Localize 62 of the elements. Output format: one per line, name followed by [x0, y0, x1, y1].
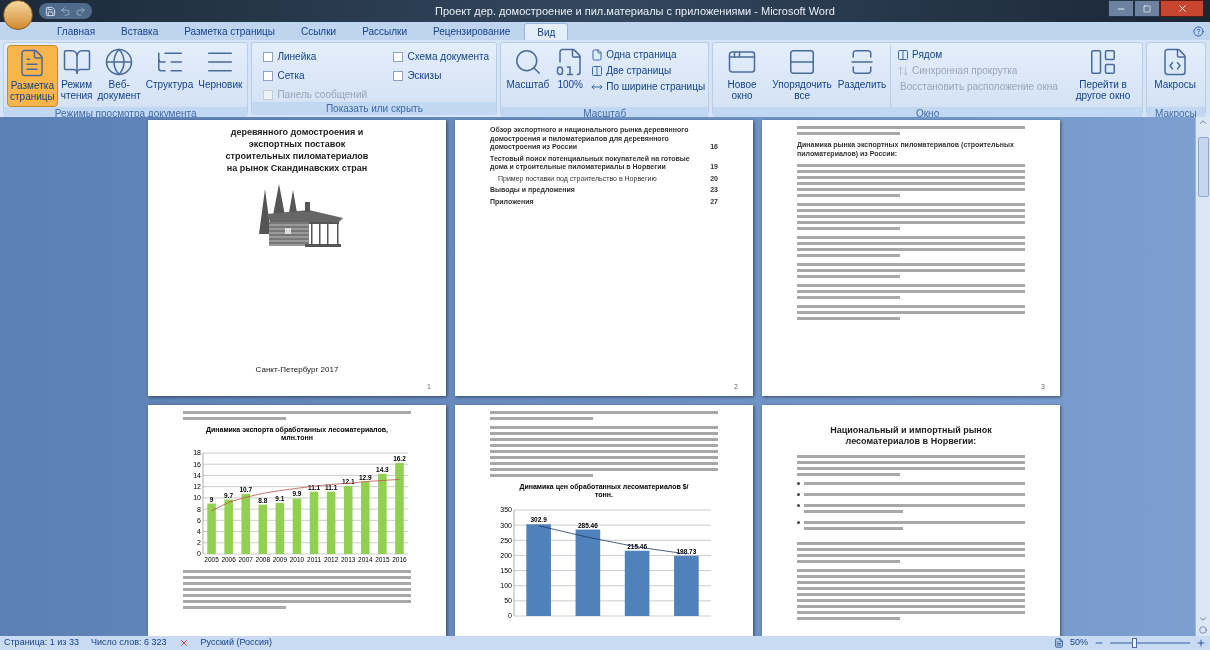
- ribbon-tab[interactable]: Рецензирование: [421, 23, 523, 40]
- bullet-icon: [797, 504, 800, 507]
- maximize-button[interactable]: [1134, 0, 1160, 17]
- window-title: Проект дер. домостроение и пил.материалы с приложениями - Microsoft Word: [435, 3, 835, 19]
- bullet-icon: [797, 521, 800, 524]
- language-indicator[interactable]: Русский (Россия): [200, 636, 272, 650]
- ribbon-tab[interactable]: Рассылки: [350, 23, 420, 40]
- group-label: Показать или скрыть: [252, 102, 497, 115]
- ribbon-button[interactable]: Структура: [143, 45, 196, 107]
- close-icon: [1176, 3, 1188, 14]
- word-count[interactable]: Число слов: 6 323: [90, 636, 167, 650]
- ribbon-icon: [591, 49, 604, 61]
- ribbon-tab[interactable]: Вставка: [109, 23, 171, 40]
- ribbon-button[interactable]: Рядом: [897, 49, 1056, 61]
- undo-icon[interactable]: [60, 5, 71, 17]
- scroll-up-icon[interactable]: [1198, 117, 1208, 127]
- ribbon-button[interactable]: Веб-документ: [95, 45, 143, 107]
- ribbon-tab[interactable]: Главная: [45, 23, 108, 40]
- ribbon-icon: [897, 49, 910, 61]
- city-year: Санкт-Петербург 2017: [255, 363, 339, 376]
- scroll-down-icon[interactable]: [1198, 614, 1208, 624]
- section-title: Национальный и импортный рынок лесоматериалов в Норвегии:: [829, 425, 993, 447]
- ribbon-button[interactable]: Две страницы: [591, 65, 706, 77]
- checkbox-option[interactable]: Схема документа: [393, 49, 494, 64]
- close-button[interactable]: [1160, 0, 1204, 17]
- office-button[interactable]: [3, 0, 33, 30]
- zoom-slider-thumb[interactable]: [1132, 638, 1137, 648]
- ribbon-tab[interactable]: Разметка страницы: [172, 23, 287, 40]
- checkbox-option[interactable]: Линейка: [263, 49, 394, 64]
- ribbon-button[interactable]: Режим чтения: [58, 45, 95, 107]
- document-title: деревянного домостроения и экспортных поставок строительных пиломатериалов на рынок Скандинавских стран: [224, 126, 370, 174]
- bullet-icon: [797, 493, 800, 496]
- save-icon[interactable]: [45, 5, 56, 17]
- proofing-icon[interactable]: [178, 638, 189, 648]
- browse-object-icon[interactable]: [1199, 626, 1207, 634]
- bullet-icon: [797, 482, 800, 485]
- ribbon-button[interactable]: Новое окно: [716, 45, 769, 107]
- ribbon-button[interactable]: Одна страница: [591, 49, 706, 61]
- ribbon-tab[interactable]: Вид: [524, 23, 569, 40]
- ribbon-button[interactable]: Разделить: [836, 45, 889, 107]
- scroll-thumb[interactable]: [1197, 137, 1209, 197]
- ribbon-icon: [591, 65, 604, 77]
- ribbon-button[interactable]: Макросы: [1150, 45, 1201, 107]
- help-icon[interactable]: [1193, 26, 1204, 37]
- checkbox-option[interactable]: Эскизы: [393, 68, 494, 83]
- zoom-in-icon[interactable]: [1196, 638, 1206, 648]
- ribbon-button[interactable]: 100%: [553, 45, 588, 107]
- ribbon-icon: [897, 65, 910, 77]
- page-indicator[interactable]: Страница: 1 из 33: [4, 636, 79, 650]
- checkbox-option[interactable]: Сетка: [263, 68, 394, 83]
- zoom-level[interactable]: 50%: [1070, 636, 1088, 650]
- maximize-icon: [1143, 4, 1151, 13]
- ribbon-button[interactable]: Масштаб: [504, 45, 552, 107]
- ribbon-button[interactable]: Разметка страницы: [7, 45, 58, 107]
- view-mode-icon[interactable]: [1054, 638, 1064, 648]
- ribbon-button[interactable]: Черновик: [196, 45, 245, 107]
- minimize-button[interactable]: [1108, 0, 1134, 17]
- ribbon-tab[interactable]: Ссылки: [288, 23, 349, 40]
- ribbon-button[interactable]: Упорядочить все: [770, 45, 835, 107]
- ribbon-button[interactable]: Перейти в другое окно: [1067, 45, 1140, 107]
- redo-icon[interactable]: [75, 5, 86, 17]
- ribbon-button[interactable]: По ширине страницы: [591, 81, 706, 93]
